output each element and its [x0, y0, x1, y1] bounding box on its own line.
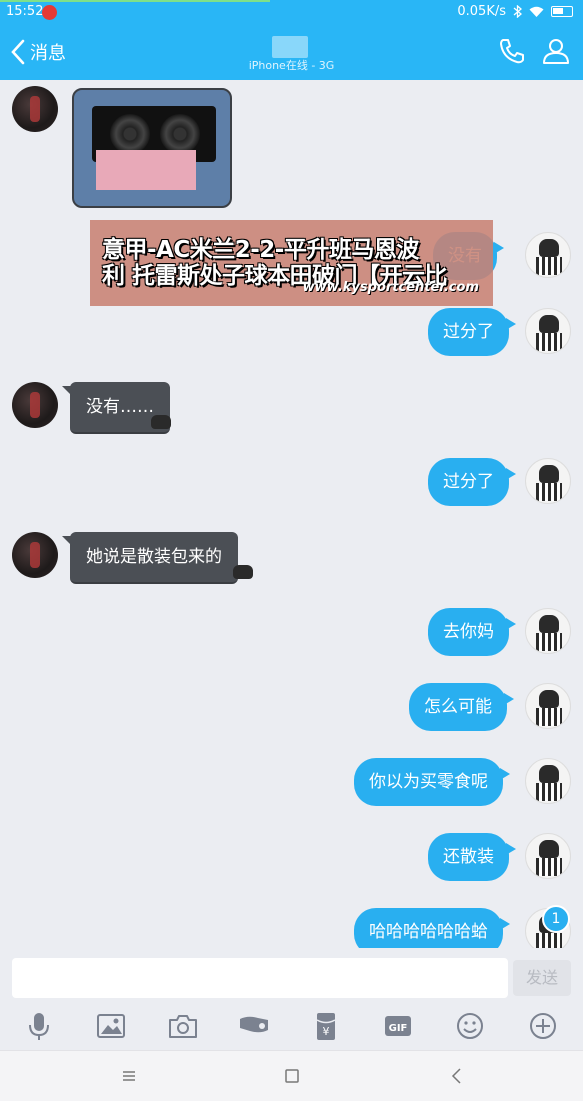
netease-icon	[42, 5, 57, 20]
hongbao-icon[interactable]	[238, 1010, 270, 1042]
svg-text:¥: ¥	[323, 1025, 330, 1038]
unread-badge[interactable]: 1	[542, 905, 570, 933]
my-avatar[interactable]	[525, 683, 571, 729]
contact-name-blurred	[272, 36, 308, 58]
image-message[interactable]	[72, 88, 232, 208]
camera-icon[interactable]	[167, 1010, 199, 1042]
message-bubble[interactable]: 你以为买零食呢	[354, 758, 510, 806]
battery-icon	[551, 6, 573, 17]
menu-icon[interactable]	[117, 1065, 141, 1087]
message-bubble[interactable]: 怎么可能	[409, 683, 514, 731]
message-bubble[interactable]: 她说是散装包来的	[62, 532, 238, 584]
message-bubble[interactable]: 过分了	[428, 458, 516, 506]
my-avatar[interactable]	[525, 308, 571, 354]
gif-icon[interactable]: GIF	[382, 1010, 414, 1042]
message-bubble[interactable]: 还散装	[428, 833, 516, 881]
contact-status: iPhone在线 - 3G	[248, 59, 335, 72]
fan-graphic	[160, 114, 200, 154]
my-avatar[interactable]	[525, 833, 571, 879]
ad-url: www.kysportcenter.com	[302, 280, 479, 295]
bluetooth-icon	[513, 5, 522, 18]
red-packet-icon[interactable]: ¥	[310, 1010, 342, 1042]
system-nav-bar	[0, 1050, 583, 1101]
plus-icon[interactable]	[527, 1010, 559, 1042]
contact-avatar[interactable]	[12, 382, 58, 428]
top-bar: 15:52 0.05K/s 消息 iPhone在线 - 3G	[0, 0, 583, 80]
cat-bubble-icon	[151, 415, 171, 429]
net-speed: 0.05K/s	[457, 4, 506, 19]
mic-icon[interactable]	[23, 1010, 55, 1042]
watermark-ad: 意甲-AC米兰2-2-平升班马恩波 利 托雷斯处子球本田破门【开云比 www.k…	[90, 220, 493, 306]
status-bar: 15:52 0.05K/s	[0, 3, 583, 23]
contact-avatar[interactable]	[12, 86, 58, 132]
emoji-icon[interactable]	[454, 1010, 486, 1042]
my-avatar[interactable]	[525, 758, 571, 804]
loading-line	[0, 0, 270, 2]
back-nav-icon[interactable]	[445, 1065, 469, 1087]
message-bubble[interactable]: 去你妈	[428, 608, 516, 656]
status-time: 15:52	[6, 4, 44, 19]
packing-bag-graphic	[96, 150, 196, 190]
my-avatar[interactable]	[525, 608, 571, 654]
fan-graphic	[110, 114, 150, 154]
cat-bubble-icon	[233, 565, 253, 579]
image-icon[interactable]	[95, 1010, 127, 1042]
home-icon[interactable]	[280, 1065, 304, 1087]
my-avatar[interactable]	[525, 458, 571, 504]
my-avatar[interactable]	[525, 232, 571, 278]
phone-icon[interactable]	[497, 36, 527, 66]
profile-icon[interactable]	[541, 36, 571, 66]
message-bubble[interactable]: 过分了	[428, 308, 516, 356]
contact-avatar[interactable]	[12, 532, 58, 578]
svg-text:GIF: GIF	[389, 1023, 408, 1034]
message-input[interactable]	[12, 958, 508, 998]
send-button[interactable]: 发送	[513, 960, 571, 996]
wifi-icon	[529, 6, 544, 17]
